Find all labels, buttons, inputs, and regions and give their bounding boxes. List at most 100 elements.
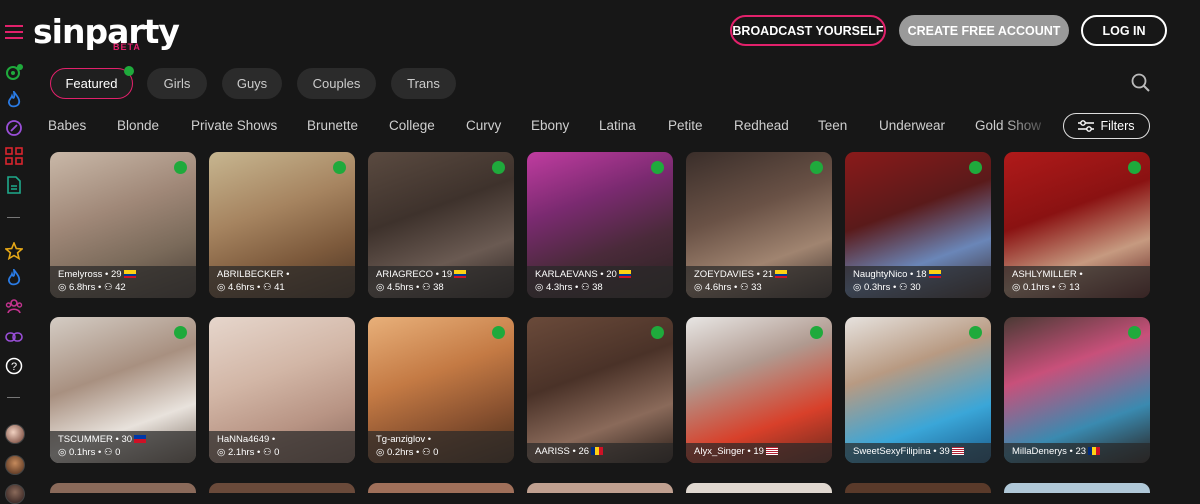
viewer-count: 41 bbox=[274, 282, 285, 293]
category-underwear[interactable]: Underwear bbox=[879, 118, 945, 133]
category-latina[interactable]: Latina bbox=[599, 118, 636, 133]
model-card[interactable]: Tg-anziglov • ◎ 0.2hrs • ⚇ 0 bbox=[368, 317, 514, 463]
model-card[interactable]: Emelyross • 29 ◎ 6.8hrs • ⚇ 42 bbox=[50, 152, 196, 298]
category-redhead[interactable]: Redhead bbox=[734, 118, 789, 133]
online-hours: 4.6hrs bbox=[704, 282, 732, 293]
category-blonde[interactable]: Blonde bbox=[117, 118, 159, 133]
category-petite[interactable]: Petite bbox=[668, 118, 703, 133]
model-name: MillaDenerys bbox=[1012, 446, 1067, 457]
model-name: ARIAGRECO bbox=[376, 269, 434, 280]
live-indicator bbox=[810, 161, 823, 174]
model-card[interactable]: HaNNa4649 • ◎ 2.1hrs • ⚇ 0 bbox=[209, 317, 355, 463]
viewer-count: 0 bbox=[115, 447, 121, 458]
model-name: ASHLYMILLER bbox=[1012, 269, 1077, 280]
flag-icon bbox=[1088, 447, 1101, 456]
model-card[interactable]: ABRILBECKER • ◎ 4.6hrs • ⚇ 41 bbox=[209, 152, 355, 298]
live-indicator bbox=[810, 326, 823, 339]
menu-icon[interactable] bbox=[4, 22, 24, 42]
model-card[interactable]: SweetSexyFilipina • 39 bbox=[845, 317, 991, 463]
model-name: ABRILBECKER bbox=[217, 269, 284, 280]
tab-label: Featured bbox=[65, 76, 118, 91]
model-name: Emelyross bbox=[58, 269, 103, 280]
flame-icon-2[interactable] bbox=[4, 268, 24, 288]
card-info: HaNNa4649 • ◎ 2.1hrs • ⚇ 0 bbox=[209, 431, 355, 463]
flame-icon[interactable] bbox=[4, 90, 24, 110]
category-fade bbox=[1000, 110, 1060, 140]
help-icon[interactable]: ? bbox=[4, 356, 24, 376]
model-card[interactable] bbox=[686, 483, 832, 493]
model-card[interactable]: NaughtyNico • 18 ◎ 0.3hrs • ⚇ 30 bbox=[845, 152, 991, 298]
model-age: 21 bbox=[762, 269, 774, 280]
broadcast-button[interactable]: BROADCAST YOURSELF bbox=[730, 15, 886, 46]
filters-button[interactable]: Filters bbox=[1063, 113, 1150, 139]
logo-text: sinparty bbox=[33, 12, 180, 51]
model-name: TSCUMMER bbox=[58, 434, 113, 445]
model-name: HaNNa4649 bbox=[217, 434, 270, 445]
grid-icon[interactable] bbox=[4, 146, 24, 166]
card-info: MillaDenerys • 23 bbox=[1004, 443, 1150, 463]
card-info: AARISS • 26 bbox=[527, 443, 673, 463]
model-age: 19 bbox=[753, 446, 764, 457]
avatar[interactable] bbox=[5, 424, 25, 444]
live-cam-icon[interactable] bbox=[4, 62, 24, 82]
model-card[interactable]: ASHLYMILLER • ◎ 0.1hrs • ⚇ 13 bbox=[1004, 152, 1150, 298]
tab-guys[interactable]: Guys bbox=[222, 68, 282, 99]
login-button[interactable]: LOG IN bbox=[1081, 15, 1167, 46]
category-babes[interactable]: Babes bbox=[48, 118, 86, 133]
model-name: Alyx_Singer bbox=[694, 446, 745, 457]
category-college[interactable]: College bbox=[389, 118, 435, 133]
logo-beta: BETA bbox=[113, 42, 141, 52]
model-card[interactable]: KARLAEVANS • 20 ◎ 4.3hrs • ⚇ 38 bbox=[527, 152, 673, 298]
model-name: KARLAEVANS bbox=[535, 269, 598, 280]
live-indicator bbox=[333, 161, 346, 174]
model-card[interactable]: MillaDenerys • 23 bbox=[1004, 317, 1150, 463]
model-card[interactable]: TSCUMMER • 30 ◎ 0.1hrs • ⚇ 0 bbox=[50, 317, 196, 463]
model-card[interactable] bbox=[209, 483, 355, 493]
document-icon[interactable] bbox=[4, 175, 24, 195]
logo[interactable]: sinparty BETA bbox=[33, 12, 180, 52]
model-name: Tg-anziglov bbox=[376, 434, 426, 445]
model-card[interactable]: ZOEYDAVIES • 21 ◎ 4.6hrs • ⚇ 33 bbox=[686, 152, 832, 298]
model-name: NaughtyNico bbox=[853, 269, 908, 280]
card-info: Emelyross • 29 ◎ 6.8hrs • ⚇ 42 bbox=[50, 266, 196, 298]
search-icon[interactable] bbox=[1131, 73, 1151, 93]
community-icon[interactable] bbox=[4, 296, 24, 316]
online-hours: 4.3hrs bbox=[545, 282, 573, 293]
flag-icon bbox=[775, 270, 788, 279]
model-card[interactable] bbox=[527, 483, 673, 493]
tab-girls[interactable]: Girls bbox=[147, 68, 207, 99]
model-age: 20 bbox=[606, 269, 617, 280]
model-name: AARISS bbox=[535, 446, 570, 457]
avatar[interactable] bbox=[5, 484, 25, 504]
link-icon[interactable] bbox=[4, 327, 24, 347]
create-account-button[interactable]: CREATE FREE ACCOUNT bbox=[899, 15, 1069, 46]
category-teen[interactable]: Teen bbox=[818, 118, 847, 133]
live-dot bbox=[124, 66, 134, 76]
token-icon[interactable] bbox=[4, 118, 24, 138]
online-hours: 4.5hrs bbox=[386, 282, 414, 293]
flag-icon bbox=[134, 435, 147, 444]
model-age: 18 bbox=[916, 269, 927, 280]
category-curvy[interactable]: Curvy bbox=[466, 118, 501, 133]
viewer-count: 42 bbox=[115, 282, 126, 293]
star-icon[interactable] bbox=[4, 241, 24, 261]
model-card[interactable] bbox=[1004, 483, 1150, 493]
model-card[interactable] bbox=[845, 483, 991, 493]
category-ebony[interactable]: Ebony bbox=[531, 118, 569, 133]
tab-trans[interactable]: Trans bbox=[391, 68, 456, 99]
model-card[interactable] bbox=[50, 483, 196, 493]
model-card[interactable]: AARISS • 26 bbox=[527, 317, 673, 463]
left-rail: ? bbox=[0, 0, 28, 504]
category-brunette[interactable]: Brunette bbox=[307, 118, 358, 133]
online-hours: 0.3hrs bbox=[863, 282, 891, 293]
live-indicator bbox=[492, 161, 505, 174]
model-card[interactable]: ARIAGRECO • 19 ◎ 4.5hrs • ⚇ 38 bbox=[368, 152, 514, 298]
online-hours: 0.2hrs bbox=[386, 447, 414, 458]
avatar[interactable] bbox=[5, 455, 25, 475]
category-private-shows[interactable]: Private Shows bbox=[191, 118, 277, 133]
model-card[interactable]: Alyx_Singer • 19 bbox=[686, 317, 832, 463]
tab-featured[interactable]: Featured bbox=[50, 66, 134, 99]
tab-couples[interactable]: Couples bbox=[297, 68, 376, 99]
model-card[interactable] bbox=[368, 483, 514, 493]
rail-divider bbox=[7, 217, 20, 218]
